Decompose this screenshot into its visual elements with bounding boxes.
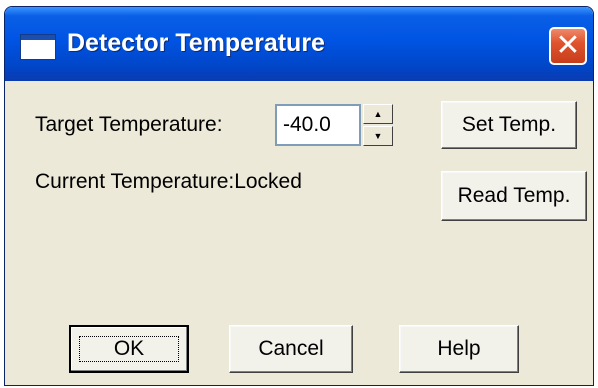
arrow-up-icon: ▲ [373,109,383,119]
temperature-spinner: ▲ ▼ [363,104,393,146]
help-button[interactable]: Help [399,325,519,373]
spin-down-button[interactable]: ▼ [363,126,393,146]
close-button[interactable]: ✕ [549,27,587,65]
title-bar[interactable]: Detector Temperature ✕ [5,7,593,81]
ok-button[interactable]: OK [69,325,189,373]
set-temp-button[interactable]: Set Temp. [441,101,577,149]
arrow-down-icon: ▼ [373,131,383,141]
target-temperature-input[interactable] [275,104,361,146]
close-icon: ✕ [555,28,581,63]
dialog-window: Detector Temperature ✕ Target Temperatur… [4,6,594,386]
ok-button-label: OK [78,336,180,362]
current-temperature-label: Current Temperature:Locked [35,170,302,193]
window-title: Detector Temperature [67,29,325,57]
cancel-button[interactable]: Cancel [229,325,353,373]
spin-up-button[interactable]: ▲ [363,104,393,124]
target-temperature-label: Target Temperature: [35,113,223,136]
read-temp-button[interactable]: Read Temp. [441,171,587,221]
window-icon [21,35,55,59]
